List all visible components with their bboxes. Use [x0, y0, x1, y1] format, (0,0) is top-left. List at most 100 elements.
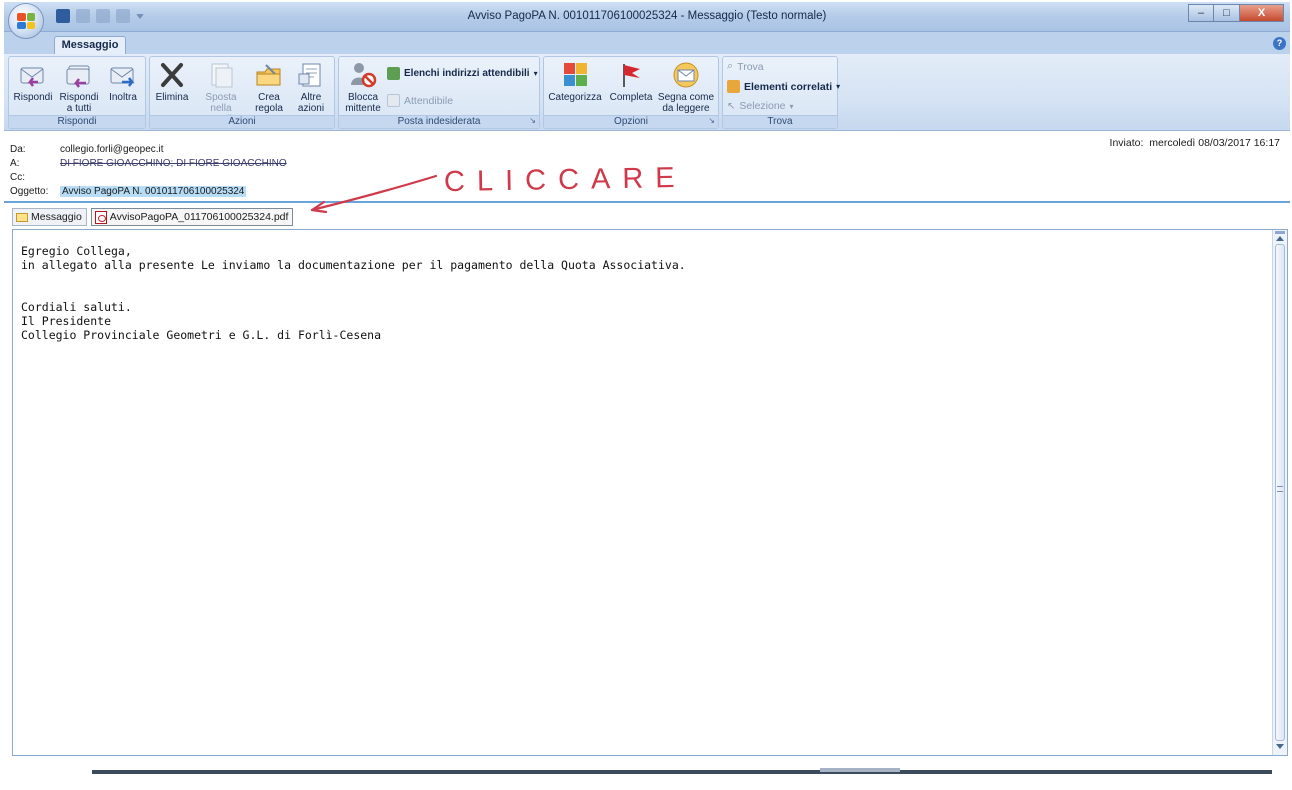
related-items-icon: [727, 80, 740, 93]
delete-label: Elimina: [155, 92, 189, 103]
posta-indesiderata-label: Posta indesiderata: [397, 116, 481, 127]
group-label-opzioni: Opzioni ↘: [544, 115, 718, 128]
to-address[interactable]: DI FIORE GIOACCHINO; DI FIORE GIOACCHINO: [60, 158, 287, 169]
reply-icon: [18, 60, 48, 90]
delete-button[interactable]: Elimina: [152, 60, 192, 103]
not-junk-label: Attendibile: [404, 94, 454, 107]
group-label-posta-indesiderata: Posta indesiderata ↘: [339, 115, 539, 128]
cc-row: Cc:: [10, 172, 60, 183]
categorize-icon: [560, 60, 590, 90]
select-button[interactable]: ↖ Selezione ▾: [727, 100, 794, 112]
office-button[interactable]: [8, 3, 44, 39]
subject-row: Oggetto: Avviso PagoPA N. 001011706100025…: [10, 186, 247, 197]
subject-label: Oggetto:: [10, 186, 49, 197]
forward-icon: [108, 60, 138, 90]
mark-unread-button[interactable]: Segna come da leggere: [656, 60, 716, 114]
sent-label: Inviato:: [1109, 137, 1144, 149]
help-icon[interactable]: ?: [1273, 37, 1286, 50]
maximize-button[interactable]: □: [1214, 4, 1240, 22]
attachments-bar: Messaggio AvvisoPagoPA_011706100025324.p…: [12, 207, 294, 227]
not-junk-button[interactable]: Attendibile: [387, 94, 453, 107]
message-body[interactable]: Egregio Collega, in allegato alla presen…: [12, 229, 1288, 756]
window-title: Avviso PagoPA N. 001011706100025324 - Me…: [467, 10, 827, 22]
block-sender-label: Blocca mittente: [345, 92, 381, 114]
categorize-button[interactable]: Categorizza: [546, 60, 604, 103]
opzioni-label: Opzioni: [614, 116, 648, 127]
taskbar-item: [820, 768, 900, 772]
block-sender-icon: [348, 60, 378, 90]
other-actions-button[interactable]: Altre azioni: [290, 60, 332, 114]
reply-label: Rispondi: [13, 92, 53, 103]
group-rispondi: Rispondi Rispondi a tutti Inoltra Rispon…: [8, 56, 146, 129]
forward-button[interactable]: Inoltra: [103, 60, 143, 103]
group-opzioni: Categorizza Completa Segna come da legge…: [543, 56, 719, 129]
pdf-attachment-name: AvvisoPagoPA_011706100025324.pdf: [109, 211, 289, 223]
flag-icon: [616, 60, 646, 90]
message-body-text: Egregio Collega, in allegato alla presen…: [21, 244, 686, 342]
minimize-button[interactable]: –: [1188, 4, 1214, 22]
other-actions-label: Altre azioni: [297, 92, 325, 114]
subject-text: Avviso PagoPA N. 001011706100025324: [60, 186, 247, 197]
chevron-down-icon: ▾: [836, 82, 841, 91]
pdf-attachment[interactable]: AvvisoPagoPA_011706100025324.pdf: [90, 208, 294, 226]
handwritten-arrow: [310, 174, 438, 214]
find-button[interactable]: ⌕ Trova: [727, 60, 764, 73]
dialog-launcher-icon[interactable]: ↘: [529, 115, 536, 127]
sent-date: Inviato: mercoledì 08/03/2017 16:17: [1110, 137, 1280, 149]
chevron-down-icon: ▾: [789, 101, 794, 111]
to-row: A: DI FIORE GIOACCHINO; DI FIORE GIOACCHI…: [10, 158, 287, 169]
select-label: Selezione: [739, 100, 786, 112]
delete-x-icon: [157, 60, 187, 90]
split-handle[interactable]: [1275, 231, 1285, 234]
create-rule-button[interactable]: Crea regola: [250, 60, 288, 114]
scroll-up-icon[interactable]: [1276, 236, 1284, 241]
group-azioni: Elimina Sposta nella cartella Crea regol…: [149, 56, 335, 129]
follow-up-button[interactable]: Completa: [606, 60, 656, 103]
taskbar-edge: [92, 770, 1272, 774]
forward-label: Inoltra: [109, 92, 137, 103]
from-label: Da:: [10, 144, 26, 155]
block-sender-button[interactable]: Blocca mittente: [341, 60, 385, 114]
reply-all-label: Rispondi a tutti: [59, 92, 99, 114]
header-divider: [4, 201, 1290, 203]
vertical-scrollbar[interactable]: [1272, 230, 1287, 755]
group-trova: ⌕ Trova Elementi correlati ▾ ↖ Selezione…: [722, 56, 840, 129]
chevron-down-icon: ▾: [533, 69, 538, 78]
mark-unread-label: Segna come da leggere: [657, 92, 715, 114]
categorize-label: Categorizza: [548, 92, 602, 103]
other-actions-icon: [296, 60, 326, 90]
safe-lists-button[interactable]: Elenchi indirizzi attendibili ▾: [387, 67, 538, 80]
dialog-launcher-icon[interactable]: ↘: [708, 115, 715, 127]
to-label: A:: [10, 158, 20, 169]
related-items-button[interactable]: Elementi correlati ▾: [727, 80, 840, 93]
create-rule-label: Crea regola: [255, 92, 283, 114]
group-posta-indesiderata: Blocca mittente Elenchi indirizzi attend…: [338, 56, 540, 129]
ribbon: Rispondi Rispondi a tutti Inoltra Rispon…: [4, 54, 1290, 131]
message-view-tab[interactable]: Messaggio: [12, 208, 87, 226]
group-label-rispondi: Rispondi: [9, 115, 145, 128]
reply-all-button[interactable]: Rispondi a tutti: [57, 60, 101, 114]
window-controls: – □ X: [1188, 4, 1284, 22]
binoculars-icon: ⌕: [727, 60, 734, 72]
scrollbar-thumb[interactable]: [1275, 244, 1285, 741]
handwritten-annotation: CLICCARE: [443, 161, 687, 199]
scrollbar-grip-icon: [1277, 486, 1283, 492]
pdf-icon: [94, 210, 107, 224]
related-items-label: Elementi correlati: [744, 80, 833, 93]
not-junk-icon: [387, 94, 400, 107]
cursor-icon: ↖: [727, 100, 736, 112]
envelope-icon: [16, 212, 28, 222]
from-row: Da: collegio.forli@geopec.it: [10, 144, 164, 155]
office-logo-icon: [17, 13, 35, 29]
from-address[interactable]: collegio.forli@geopec.it: [60, 144, 164, 155]
safe-lists-icon: [387, 67, 400, 80]
find-label: Trova: [737, 60, 764, 73]
scroll-down-icon[interactable]: [1276, 744, 1284, 749]
close-button[interactable]: X: [1240, 4, 1284, 22]
title-bar: Avviso PagoPA N. 001011706100025324 - Me…: [4, 2, 1290, 32]
ribbon-tab-strip: Messaggio ?: [4, 32, 1290, 55]
create-rule-icon: [254, 60, 284, 90]
reply-button[interactable]: Rispondi: [11, 60, 55, 103]
group-label-trova: Trova: [723, 115, 837, 128]
tab-messaggio[interactable]: Messaggio: [54, 36, 126, 55]
